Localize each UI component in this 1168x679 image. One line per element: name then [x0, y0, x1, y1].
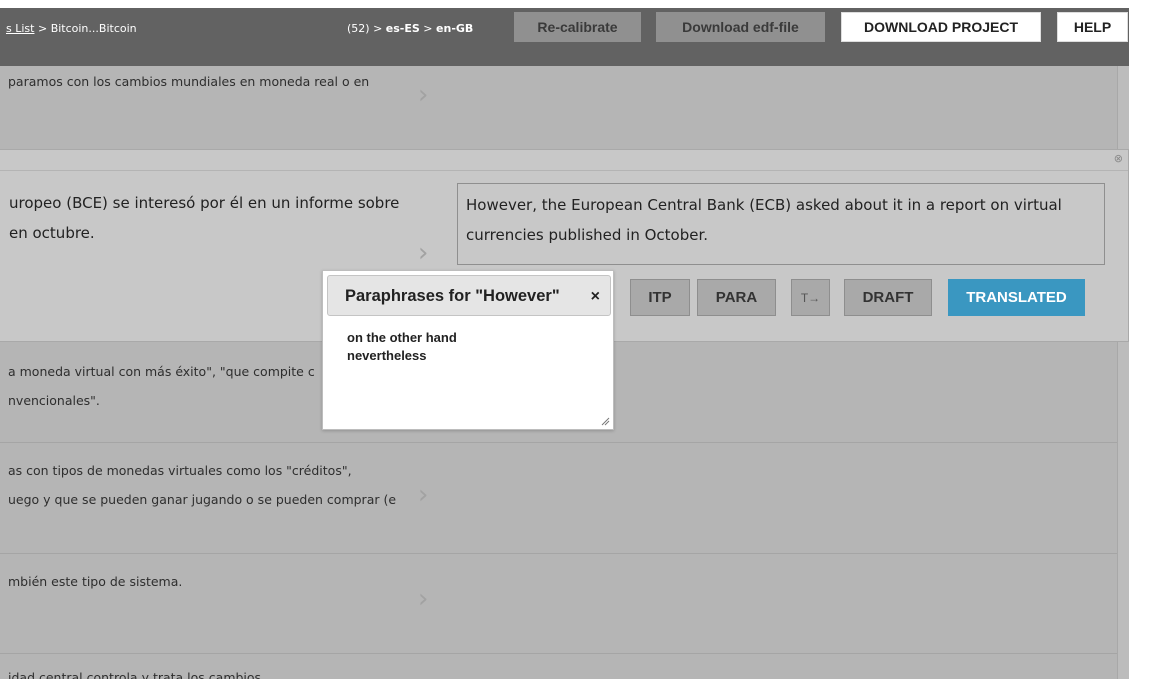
download-project-button[interactable]: DOWNLOAD PROJECT	[841, 12, 1041, 42]
target-text-editor[interactable]: However, the European Central Bank (ECB)…	[457, 183, 1105, 265]
paraphrase-popup: Paraphrases for "However" × on the other…	[322, 270, 614, 430]
active-source-text: uropeo (BCE) se interesó por él en un in…	[9, 188, 399, 248]
breadcrumb-project-name: Bitcoin...Bitcoin	[50, 22, 137, 35]
chevron-right-icon[interactable]: ›	[418, 238, 428, 268]
breadcrumb-separator: >	[34, 22, 51, 35]
segment-count: (52) >	[347, 22, 386, 35]
segment-source-text: paramos con los cambios mundiales en mon…	[8, 74, 370, 89]
segment-source-text: nvencionales".	[8, 393, 100, 408]
download-edf-button[interactable]: Download edf-file	[656, 12, 825, 42]
resize-handle-icon[interactable]	[600, 416, 610, 426]
segment-source-text: mbién este tipo de sistema.	[8, 574, 183, 589]
text-tool-button[interactable]: T→	[791, 279, 830, 316]
paraphrase-popup-header: Paraphrases for "However" ×	[327, 275, 611, 316]
close-circle-icon[interactable]: ⊗	[1114, 152, 1123, 165]
language-info: (52) > es-ES > en-GB	[347, 22, 473, 35]
chevron-right-icon[interactable]: ›	[418, 480, 428, 510]
paraphrase-list: on the other hand nevertheless	[347, 329, 457, 365]
paraphrase-popup-title: Paraphrases for "However"	[345, 287, 560, 305]
help-button[interactable]: HELP	[1057, 12, 1128, 42]
para-button[interactable]: PARA	[697, 279, 776, 316]
segment-source-text: uego y que se pueden ganar jugando o se …	[8, 492, 397, 507]
segment-source-text: as con tipos de monedas virtuales como l…	[8, 463, 352, 478]
language-separator: >	[419, 22, 437, 35]
segment-divider	[0, 653, 1117, 654]
paraphrase-option[interactable]: nevertheless	[347, 347, 457, 365]
source-language: es-ES	[385, 22, 420, 35]
segment-divider	[0, 442, 1117, 443]
paraphrase-option[interactable]: on the other hand	[347, 329, 457, 347]
chevron-right-icon[interactable]: ›	[418, 80, 428, 110]
target-language: en-GB	[436, 22, 474, 35]
chevron-right-icon[interactable]: ›	[418, 584, 428, 614]
breadcrumb-projects-link[interactable]: s List	[6, 22, 34, 35]
draft-button[interactable]: DRAFT	[844, 279, 932, 316]
right-margin	[1129, 66, 1168, 679]
segment-source-text: a moneda virtual con más éxito", "que co…	[8, 364, 315, 379]
top-header: s List > Bitcoin...Bitcoin (52) > es-ES …	[0, 0, 1168, 66]
breadcrumb: s List > Bitcoin...Bitcoin	[6, 22, 137, 35]
source-line: uropeo (BCE) se interesó por él en un in…	[9, 194, 400, 212]
translated-button[interactable]: TRANSLATED	[948, 279, 1085, 316]
source-line: en octubre.	[9, 224, 95, 242]
close-icon[interactable]: ×	[591, 288, 600, 306]
active-segment-header: ⊗	[0, 150, 1128, 171]
segment-source-text: idad central controla y trata los cambio…	[8, 670, 262, 679]
itp-button[interactable]: ITP	[630, 279, 690, 316]
segment-divider	[0, 553, 1117, 554]
recalibrate-button[interactable]: Re-calibrate	[514, 12, 641, 42]
